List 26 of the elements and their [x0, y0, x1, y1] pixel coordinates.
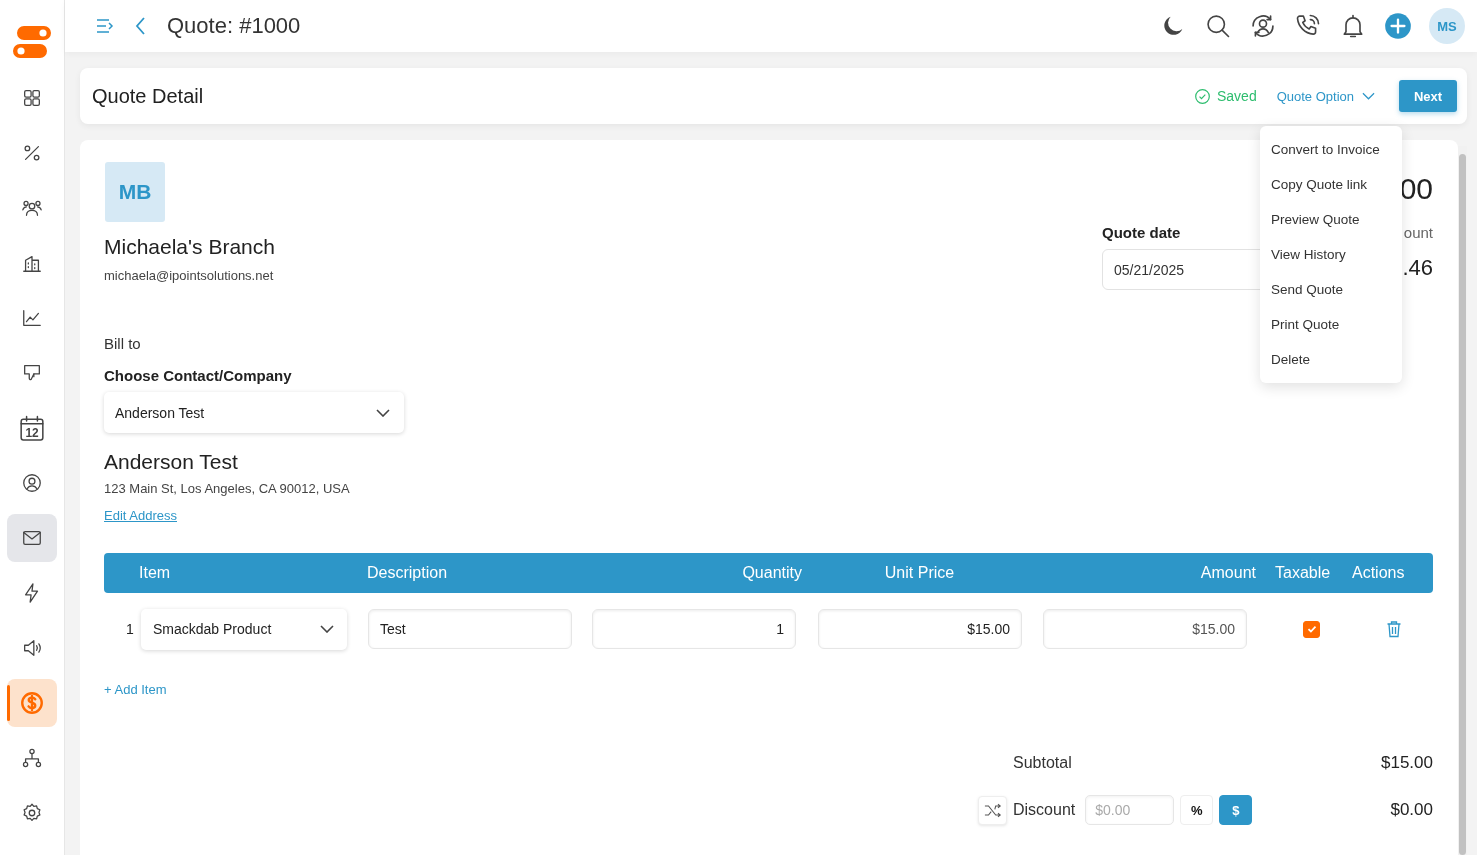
- saved-status: Saved: [1216, 88, 1257, 104]
- column-header: Item: [138, 564, 172, 582]
- company-email: michaela@ipointsolutions.net: [104, 268, 274, 283]
- section-title: Quote Detail: [92, 84, 204, 108]
- row-number: 1: [126, 621, 135, 637]
- company-avatar: MB: [105, 162, 165, 222]
- amount-label: ount: [1403, 224, 1433, 241]
- field-label: Quote date: [1102, 224, 1182, 241]
- contact-address: 123 Main St, Los Angeles, CA 90012, USA: [104, 481, 350, 496]
- company-name: Michaela's Branch: [104, 235, 275, 259]
- subtotal-value: $15.00: [1381, 753, 1433, 773]
- discount-value: $0.00: [1390, 800, 1433, 820]
- page-title: Quote: #1000: [167, 13, 301, 39]
- contact-name: Anderson Test: [104, 450, 238, 474]
- column-header: Taxable: [1274, 564, 1332, 582]
- bill-to-label: Bill to: [104, 335, 141, 352]
- column-header: Amount: [1199, 564, 1257, 582]
- discount-label: Discount: [1013, 801, 1076, 819]
- column-header: Actions: [1351, 564, 1406, 582]
- subtotal-label: Subtotal: [1013, 754, 1072, 772]
- column-header: Unit Price: [883, 564, 956, 582]
- field-label: Choose Contact/Company: [104, 367, 292, 384]
- column-header: Quantity: [741, 564, 803, 582]
- amount-value: .46: [1402, 255, 1433, 281]
- total-amount-text: 00: [1399, 172, 1433, 206]
- column-header: Description: [366, 564, 449, 582]
